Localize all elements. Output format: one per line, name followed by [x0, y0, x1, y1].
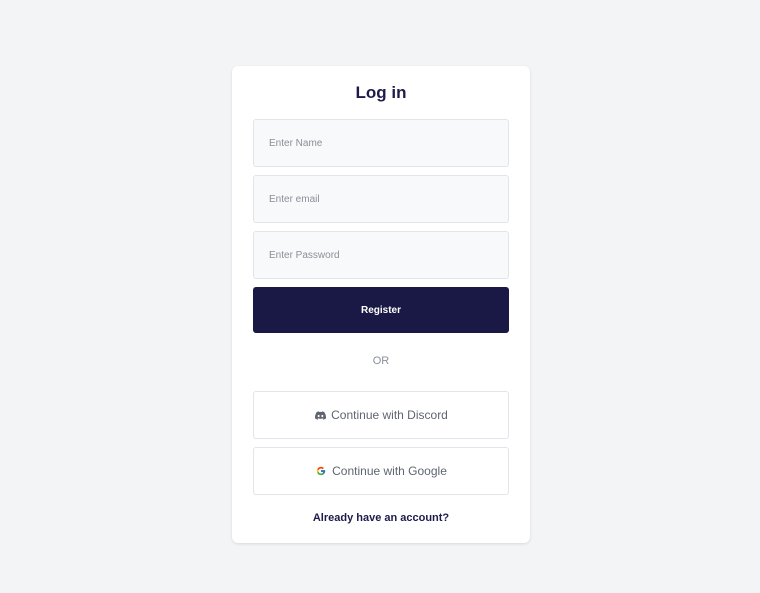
discord-button-label: Continue with Discord: [331, 408, 448, 422]
discord-button[interactable]: Continue with Discord: [253, 391, 509, 439]
page: Log in Register OR Continue with Discord: [0, 0, 760, 593]
discord-icon: [314, 409, 326, 421]
login-card: Log in Register OR Continue with Discord: [232, 66, 530, 543]
google-icon: [315, 465, 327, 477]
register-button[interactable]: Register: [253, 287, 509, 333]
form-title: Log in: [355, 83, 407, 102]
login-link[interactable]: Already have an account?: [232, 511, 530, 525]
google-button[interactable]: Continue with Google: [253, 447, 509, 495]
password-input[interactable]: [253, 231, 509, 279]
google-button-label: Continue with Google: [332, 464, 447, 478]
name-input[interactable]: [253, 119, 509, 167]
or-divider: OR: [372, 355, 390, 367]
email-input[interactable]: [253, 175, 509, 223]
